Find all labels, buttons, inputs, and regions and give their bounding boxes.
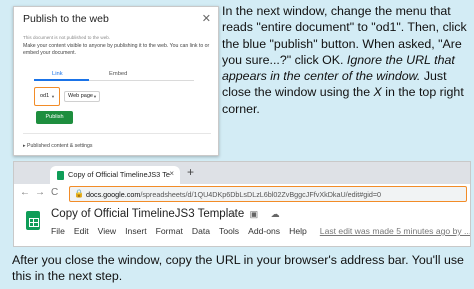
publish-dialog: Publish to the web ✕ This document is no… bbox=[13, 6, 219, 156]
url-host: docs.google.com bbox=[86, 190, 141, 199]
last-edit-link[interactable]: Last edit was made 5 minutes ago by ... bbox=[320, 226, 470, 236]
sheets-app-header: Copy of Official TimelineJS3 Template ☆ … bbox=[14, 205, 470, 246]
url-text: docs.google.com/spreadsheets/d/1QU4DKp6D… bbox=[86, 190, 381, 199]
sheets-favicon-icon bbox=[57, 171, 64, 180]
forward-arrow-icon[interactable]: → bbox=[35, 187, 45, 198]
tab-link[interactable]: Link bbox=[52, 71, 63, 77]
address-bar[interactable]: 🔒 docs.google.com/spreadsheets/d/1QU4DKp… bbox=[69, 186, 467, 202]
close-icon[interactable]: × bbox=[169, 169, 174, 178]
format-select[interactable]: Web page ▼ bbox=[64, 91, 100, 102]
close-icon[interactable]: ✕ bbox=[202, 12, 211, 25]
document-select[interactable]: od1 ▼ bbox=[38, 91, 57, 102]
menu-bar: File Edit View Insert Format Data Tools Add-ons… bbox=[51, 226, 470, 236]
new-tab-icon[interactable]: + bbox=[187, 165, 194, 179]
menu-file[interactable]: File bbox=[51, 226, 65, 236]
bottom-instructions: After you close the window, copy the URL… bbox=[12, 253, 464, 284]
menu-insert[interactable]: Insert bbox=[125, 226, 147, 236]
published-settings-toggle[interactable]: ▸ Published content & settings bbox=[23, 143, 93, 149]
divider bbox=[23, 133, 211, 134]
browser-toolbar: ← → C 🔒 docs.google.com/spreadsheets/d/1… bbox=[14, 184, 470, 204]
chevron-down-icon: ▼ bbox=[93, 94, 97, 99]
tab-embed[interactable]: Embed bbox=[109, 71, 127, 77]
dialog-tabs: Link Embed bbox=[34, 69, 194, 81]
active-tab-indicator bbox=[34, 79, 89, 81]
sheets-logo-icon[interactable] bbox=[26, 211, 40, 230]
document-title[interactable]: Copy of Official TimelineJS3 Template bbox=[51, 208, 244, 220]
browser-window: Copy of Official TimelineJS3 Te × + ← → … bbox=[13, 161, 471, 247]
url-path: /spreadsheets/d/1QU4DKp6DbLsDLzL6bl02ZvB… bbox=[140, 190, 382, 199]
format-select-value: Web page bbox=[68, 93, 93, 99]
reload-icon[interactable]: C bbox=[51, 187, 58, 198]
menu-format[interactable]: Format bbox=[156, 226, 183, 236]
publish-button[interactable]: Publish bbox=[36, 111, 73, 124]
menu-addons[interactable]: Add-ons bbox=[248, 226, 280, 236]
dialog-description: Make your content visible to anyone by p… bbox=[23, 43, 210, 56]
tab-bar: Copy of Official TimelineJS3 Te × + bbox=[14, 162, 470, 184]
menu-help[interactable]: Help bbox=[289, 226, 307, 236]
dialog-title: Publish to the web bbox=[23, 13, 109, 25]
chevron-down-icon: ▼ bbox=[51, 94, 55, 99]
menu-tools[interactable]: Tools bbox=[219, 226, 239, 236]
dialog-note: This document is not published to the we… bbox=[23, 35, 111, 40]
lock-icon: 🔒 bbox=[74, 189, 84, 198]
back-arrow-icon[interactable]: ← bbox=[20, 187, 30, 198]
tab-title: Copy of Official TimelineJS3 Te bbox=[68, 170, 171, 179]
instructions-text: In the next window, change the menu that… bbox=[222, 3, 472, 117]
instructions-x: X bbox=[373, 85, 382, 100]
menu-data[interactable]: Data bbox=[192, 226, 210, 236]
menu-edit[interactable]: Edit bbox=[74, 226, 89, 236]
document-select-value: od1 bbox=[40, 93, 50, 99]
browser-tab[interactable]: Copy of Official TimelineJS3 Te × bbox=[50, 166, 180, 184]
menu-view[interactable]: View bbox=[98, 226, 116, 236]
star-folder-cloud-icons[interactable]: ☆ ▣ ☁ bbox=[229, 209, 285, 220]
